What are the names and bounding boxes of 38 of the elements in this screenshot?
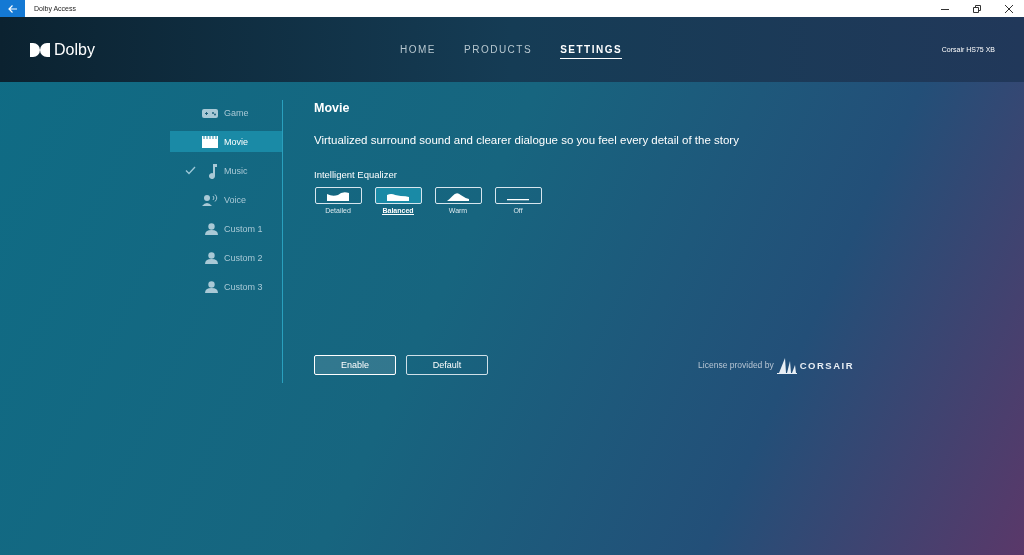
sidebar-item[interactable]: Custom 2	[170, 247, 282, 268]
brand-name: CORSAIR	[799, 359, 854, 371]
sidebar-item[interactable]: Custom 3	[170, 276, 282, 297]
sidebar-item[interactable]: Voice	[170, 189, 282, 210]
sidebar-item[interactable]: Movie	[170, 131, 282, 152]
person-icon	[205, 251, 218, 264]
checkmark-icon	[185, 166, 196, 175]
clapperboard-icon	[202, 135, 218, 148]
equalizer-preset-button[interactable]	[434, 187, 482, 204]
gamepad-icon	[202, 106, 218, 119]
equalizer-preset-button[interactable]	[374, 187, 422, 204]
sails-icon	[776, 356, 797, 374]
music-note-icon	[208, 162, 218, 179]
back-arrow-icon	[7, 3, 18, 14]
sidebar-item[interactable]: Custom 1	[170, 218, 282, 239]
logo: Dolby	[54, 40, 95, 59]
restore-icon[interactable]	[972, 3, 982, 14]
flat-line-icon	[507, 198, 529, 201]
close-icon[interactable]	[1004, 3, 1014, 14]
person-icon	[205, 280, 218, 293]
dolby-mark-icon	[30, 42, 50, 57]
action-button[interactable]: Default	[406, 355, 488, 375]
profile-title: Movie	[314, 101, 351, 115]
section-label: Intelligent Equalizer	[314, 169, 398, 180]
sidebar-item[interactable]: Game	[170, 102, 282, 123]
sidebar-item[interactable]: Music	[170, 160, 282, 181]
equalizer-preset-button[interactable]	[314, 187, 362, 204]
nav-tab[interactable]: PRODUCTS	[464, 40, 533, 59]
profile-description: Virtualized surround sound and clearer dialogue so you feel every detail of the story	[314, 134, 740, 146]
speaking-person-icon	[202, 193, 218, 206]
nav-tab[interactable]: SETTINGS	[560, 40, 623, 59]
equalizer-preset-button[interactable]	[494, 187, 542, 204]
license-text: License provided by	[698, 360, 774, 370]
eq-curve-icon	[327, 190, 349, 201]
action-button[interactable]: Enable	[314, 355, 396, 375]
eq-curve-icon	[447, 190, 469, 201]
nav-tab[interactable]: HOME	[400, 40, 436, 59]
person-icon	[205, 222, 218, 235]
